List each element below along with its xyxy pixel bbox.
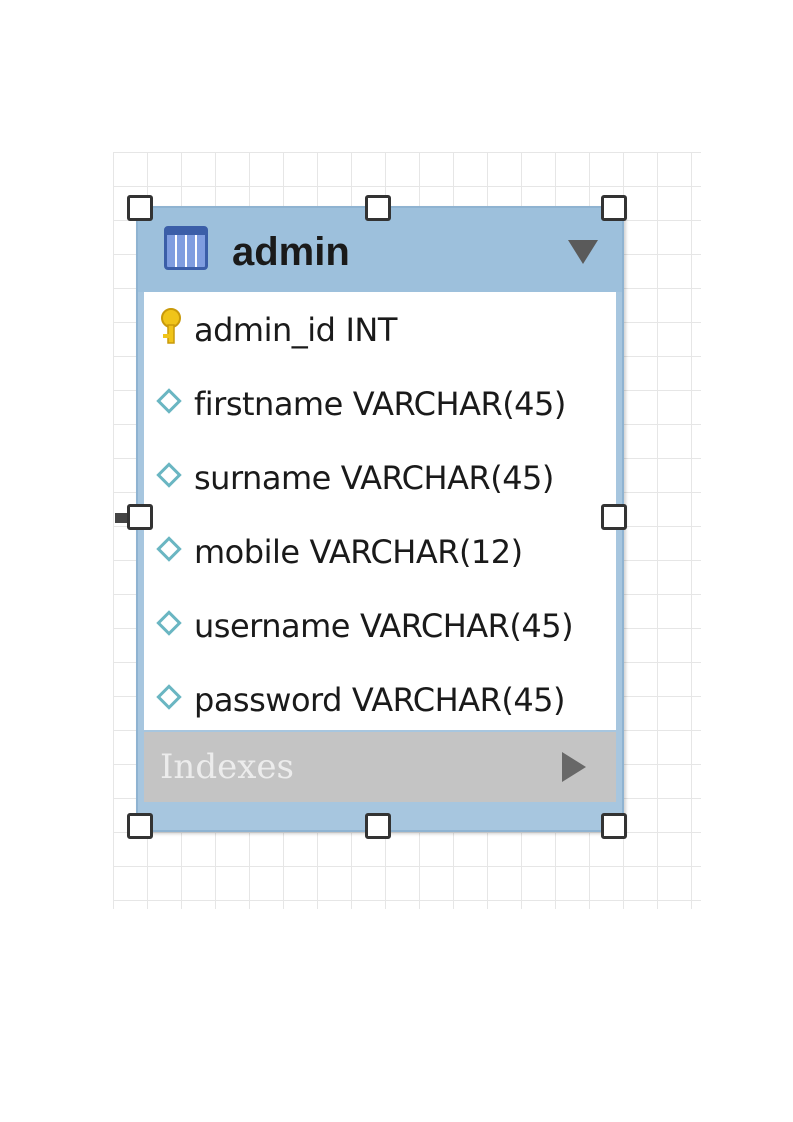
column-diamond-icon	[156, 610, 182, 636]
column-name: password	[194, 681, 342, 719]
collapse-arrow-icon[interactable]	[568, 240, 598, 264]
column-row-mobile[interactable]: mobile VARCHAR(12)	[144, 514, 616, 588]
resize-handle-top-right[interactable]	[601, 195, 627, 221]
column-type: INT	[345, 311, 397, 349]
column-name: surname	[194, 459, 331, 497]
indexes-section[interactable]: Indexes	[144, 732, 616, 802]
resize-handle-top-center[interactable]	[365, 195, 391, 221]
primary-key-icon	[161, 308, 181, 344]
column-row-username[interactable]: username VARCHAR(45)	[144, 588, 616, 662]
expand-arrow-icon[interactable]	[562, 752, 586, 782]
column-name: username	[194, 607, 350, 645]
connector-stub	[115, 513, 127, 523]
table-icon	[164, 226, 208, 270]
resize-handle-bottom-right[interactable]	[601, 813, 627, 839]
column-type: VARCHAR(45)	[352, 385, 567, 423]
column-type: VARCHAR(45)	[351, 681, 566, 719]
column-diamond-icon	[156, 388, 182, 414]
column-row-surname[interactable]: surname VARCHAR(45)	[144, 440, 616, 514]
column-type: VARCHAR(45)	[340, 459, 555, 497]
column-type: VARCHAR(12)	[309, 533, 524, 571]
column-label: username VARCHAR(45)	[194, 606, 574, 646]
column-name: admin_id	[194, 311, 336, 349]
column-diamond-icon	[156, 684, 182, 710]
table-entity-admin[interactable]: admin admin_id INT firstname VARCHAR(45) s…	[136, 206, 624, 832]
column-label: mobile VARCHAR(12)	[194, 532, 523, 572]
column-row-admin-id[interactable]: admin_id INT	[144, 292, 616, 366]
indexes-label: Indexes	[160, 747, 294, 787]
resize-handle-bottom-center[interactable]	[365, 813, 391, 839]
column-label: admin_id INT	[194, 310, 397, 350]
column-type: VARCHAR(45)	[359, 607, 574, 645]
column-list: admin_id INT firstname VARCHAR(45) surname…	[144, 292, 616, 730]
column-row-firstname[interactable]: firstname VARCHAR(45)	[144, 366, 616, 440]
column-label: firstname VARCHAR(45)	[194, 384, 566, 424]
resize-handle-bottom-left[interactable]	[127, 813, 153, 839]
column-name: mobile	[194, 533, 300, 571]
column-label: password VARCHAR(45)	[194, 680, 566, 720]
column-label: surname VARCHAR(45)	[194, 458, 554, 498]
column-name: firstname	[194, 385, 343, 423]
table-title: admin	[232, 230, 350, 274]
resize-handle-middle-right[interactable]	[601, 504, 627, 530]
column-row-password[interactable]: password VARCHAR(45)	[144, 662, 616, 736]
resize-handle-top-left[interactable]	[127, 195, 153, 221]
column-diamond-icon	[156, 536, 182, 562]
resize-handle-middle-left[interactable]	[127, 504, 153, 530]
column-diamond-icon	[156, 462, 182, 488]
